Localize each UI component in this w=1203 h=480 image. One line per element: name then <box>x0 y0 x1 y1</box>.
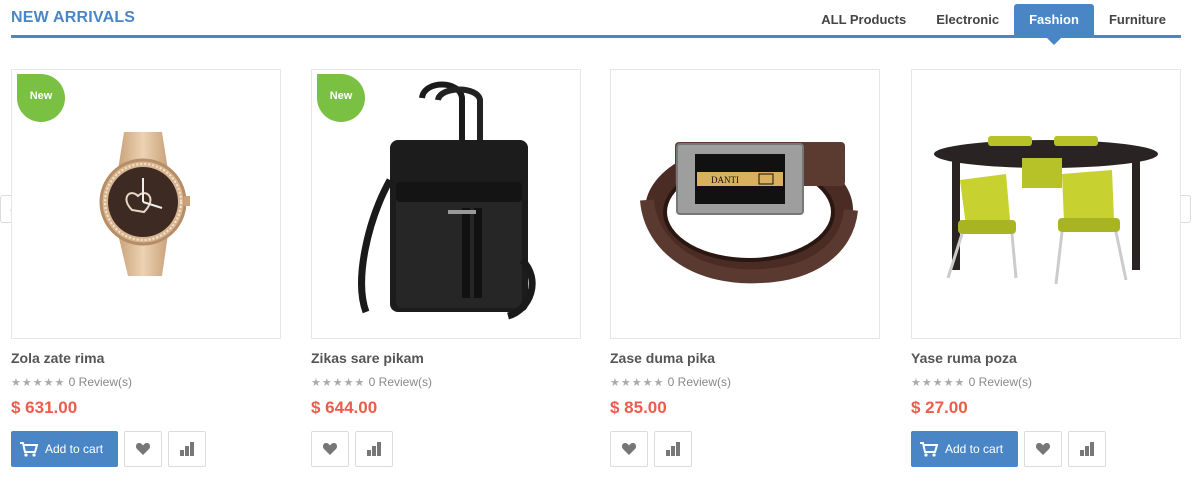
compare-button[interactable] <box>1068 431 1107 467</box>
product-actions <box>610 431 692 467</box>
product-actions: Add to cart <box>911 431 1107 467</box>
compare-chart-icon <box>367 442 381 456</box>
product-price: $ 85.00 <box>610 398 667 417</box>
tab-furniture[interactable]: Furniture <box>1094 4 1181 36</box>
new-badge: New <box>317 74 365 122</box>
section-header: NEW ARRIVALS ALL Products Electronic Fas… <box>11 0 1181 45</box>
review-count: 0 Review(s) <box>667 375 732 389</box>
compare-chart-icon <box>1080 442 1095 456</box>
wishlist-button[interactable] <box>311 431 349 467</box>
add-to-cart-button[interactable]: Add to cart <box>11 431 119 467</box>
new-badge: New <box>17 74 65 122</box>
star-rating-icon: ★★★★★ <box>911 377 966 389</box>
add-to-cart-button[interactable]: Add to cart <box>911 431 1019 467</box>
heart-icon <box>621 443 637 455</box>
cart-icon <box>20 442 39 457</box>
brown-leather-belt-image: DANTI <box>640 142 858 284</box>
wishlist-button[interactable] <box>124 431 163 467</box>
wishlist-button[interactable] <box>1024 431 1063 467</box>
tab-electronic[interactable]: Electronic <box>921 4 1014 36</box>
product-card: DANTI Zase duma pika ★★★★★ 0 Review(s) $… <box>610 69 880 467</box>
review-count: 0 Review(s) <box>68 375 133 389</box>
review-count: 0 Review(s) <box>368 375 433 389</box>
product-price: $ 631.00 <box>11 398 78 417</box>
product-rating: ★★★★★ 0 Review(s) <box>610 375 731 389</box>
product-name-link[interactable]: Zase duma pika <box>610 350 715 366</box>
product-image-link[interactable]: New <box>311 69 581 339</box>
product-image-link[interactable]: DANTI <box>610 69 880 339</box>
add-to-cart-label: Add to cart <box>945 442 1004 456</box>
category-tabs: ALL Products Electronic Fashion Furnitur… <box>806 4 1181 45</box>
product-image-link[interactable]: New <box>11 69 281 339</box>
compare-chart-icon <box>180 442 195 456</box>
tab-fashion[interactable]: Fashion <box>1014 4 1094 45</box>
product-name-link[interactable]: Yase ruma poza <box>911 350 1017 366</box>
star-rating-icon: ★★★★★ <box>11 377 66 389</box>
heart-icon <box>322 443 338 455</box>
cart-icon <box>920 442 939 457</box>
product-price: $ 27.00 <box>911 398 968 417</box>
header-divider <box>11 35 1181 38</box>
product-rating: ★★★★★ 0 Review(s) <box>11 375 132 389</box>
dining-table-set-image <box>934 136 1158 285</box>
product-card: New Zikas sare pikam ★★★★★ 0 Review(s) $… <box>311 69 581 467</box>
compare-chart-icon <box>666 442 680 456</box>
product-image-link[interactable] <box>911 69 1181 339</box>
compare-button[interactable] <box>654 431 692 467</box>
heart-icon <box>135 443 151 455</box>
compare-button[interactable] <box>168 431 207 467</box>
add-to-cart-label: Add to cart <box>45 442 104 456</box>
star-rating-icon: ★★★★★ <box>610 377 665 389</box>
product-rating: ★★★★★ 0 Review(s) <box>911 375 1032 389</box>
product-price: $ 644.00 <box>311 398 378 417</box>
product-rating: ★★★★★ 0 Review(s) <box>311 375 432 389</box>
heart-icon <box>1035 443 1051 455</box>
review-count: 0 Review(s) <box>968 375 1033 389</box>
tab-all-products[interactable]: ALL Products <box>806 4 921 36</box>
product-actions: Add to cart <box>11 431 207 467</box>
product-name-link[interactable]: Zikas sare pikam <box>311 350 424 366</box>
product-card: Yase ruma poza ★★★★★ 0 Review(s) $ 27.00… <box>911 69 1181 467</box>
product-actions <box>311 431 393 467</box>
star-rating-icon: ★★★★★ <box>311 377 366 389</box>
product-name-link[interactable]: Zola zate rima <box>11 350 104 366</box>
svg-text:DANTI: DANTI <box>711 175 739 185</box>
wishlist-button[interactable] <box>610 431 648 467</box>
section-title: NEW ARRIVALS <box>11 9 136 26</box>
product-card: New Zola zate rima ★★★★★ 0 Review(s) $ 6… <box>11 69 281 467</box>
compare-button[interactable] <box>355 431 393 467</box>
